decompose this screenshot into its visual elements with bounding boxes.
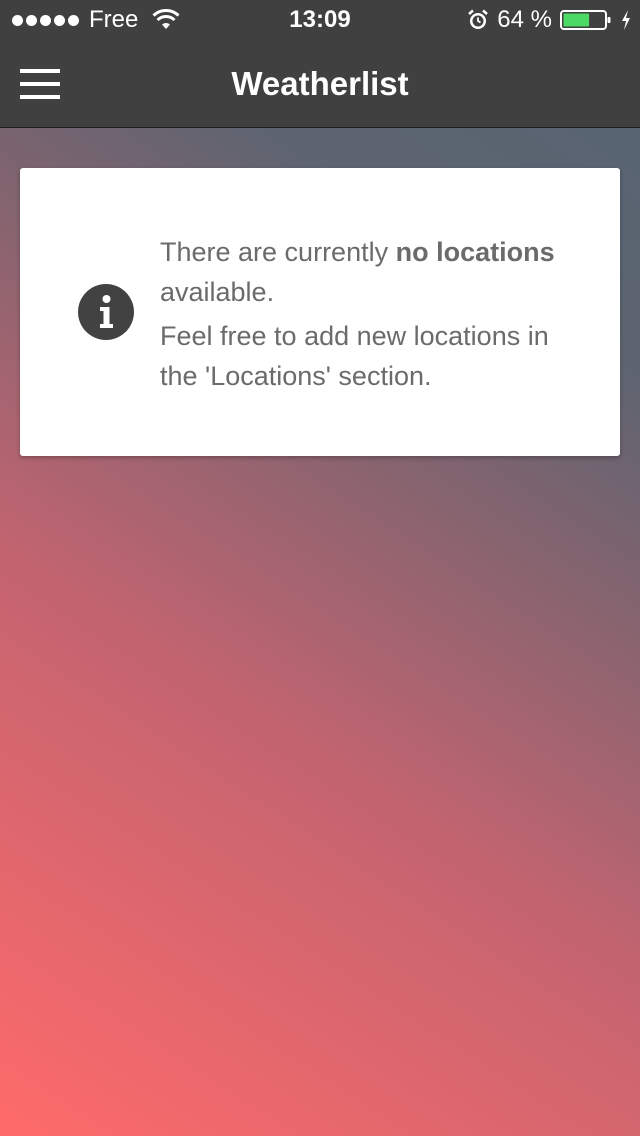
message-part: available.	[160, 277, 275, 307]
page-title: Weatherlist	[231, 65, 409, 102]
empty-locations-card: There are currently no locations availab…	[20, 168, 620, 456]
no-locations-text: There are currently no locations availab…	[160, 232, 580, 312]
empty-state-message: There are currently no locations availab…	[160, 232, 580, 396]
status-right: 64 %	[467, 7, 632, 33]
alarm-icon	[468, 9, 489, 29]
navigation-bar: Weatherlist	[0, 40, 640, 128]
battery-percent: 64 %	[497, 6, 552, 33]
add-locations-hint: Feel free to add new locations in the 'L…	[160, 321, 549, 391]
battery-icon	[560, 10, 611, 30]
charging-bolt-icon	[622, 10, 630, 30]
app-screen: Free 13:09 64 % Weatherlist There are cu…	[0, 0, 640, 1136]
message-part: There are currently	[160, 237, 396, 267]
status-bar: Free 13:09 64 %	[0, 0, 640, 40]
info-icon	[78, 284, 134, 340]
message-emphasis: no locations	[395, 237, 555, 267]
